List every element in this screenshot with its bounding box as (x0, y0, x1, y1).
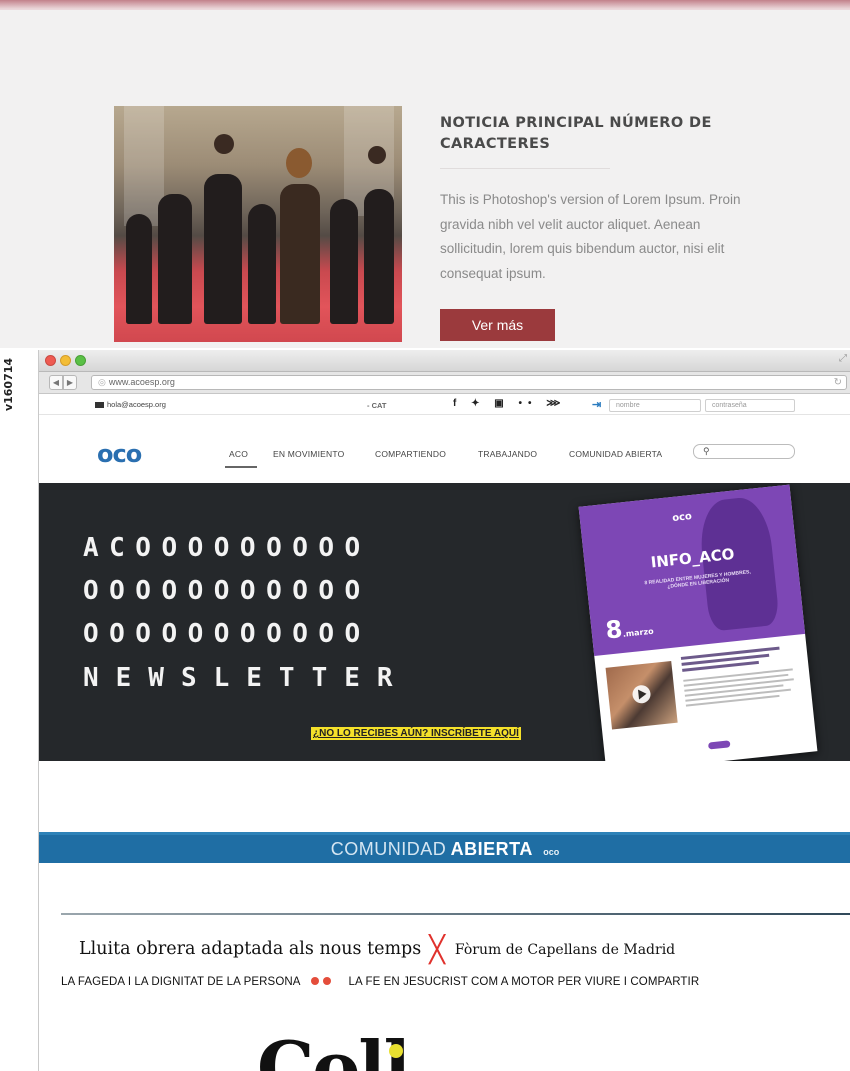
nav-en-movimiento[interactable]: EN MOVIMIENTO (273, 449, 344, 459)
version-code: v160714 (2, 357, 16, 412)
band-logo: oco (543, 847, 560, 857)
band-label-light: COMUNIDAD (330, 839, 447, 859)
globe-icon: ◎ (98, 377, 106, 387)
nav-aco[interactable]: ACO (229, 449, 248, 459)
hero-line-1: ACOOOOOOOOO (83, 533, 371, 563)
ticker-item-fageda[interactable]: LA FAGEDA I LA DIGNITAT DE LA PERSONA (61, 976, 301, 988)
nav-comunidad-abierta[interactable]: COMUNIDAD ABIERTA (569, 449, 662, 459)
envelope-icon (95, 402, 104, 409)
news-card-mock: NOTICIA PRINCIPAL NÚMERO DE CARACTERES T… (0, 10, 850, 348)
hero-line-2: OOOOOOOOOOO (83, 576, 371, 606)
url-text: www.acoesp.org (108, 377, 175, 387)
dot-separator-icon (310, 976, 335, 988)
reload-icon[interactable]: ↻ (834, 376, 842, 389)
band-label-bold: ABIERTA (450, 839, 533, 859)
contact-email[interactable]: hola@acoesp.org (95, 400, 166, 409)
newsletter-hero: ACOOOOOOOOO OOOOOOOOOOO OOOOOOOOOOO NEWS… (39, 483, 850, 761)
username-field[interactable]: nombre (609, 399, 701, 412)
back-button[interactable]: ◀ (49, 375, 63, 390)
zoom-window-button[interactable] (75, 355, 86, 366)
nav-compartiendo[interactable]: COMPARTIENDO (375, 449, 446, 459)
ticker-subheadlines: LA FAGEDA I LA DIGNITAT DE LA PERSONA LA … (61, 976, 850, 988)
close-window-button[interactable] (45, 355, 56, 366)
language-switch[interactable]: - CAT (367, 401, 386, 410)
minimize-window-button[interactable] (60, 355, 71, 366)
title-divider (440, 168, 610, 169)
ticker-divider (61, 913, 850, 915)
forward-button[interactable]: ▶ (63, 375, 77, 390)
search-input[interactable]: ⚲ (693, 444, 795, 459)
comunidad-abierta-band: COMUNIDAD ABIERTA oco (39, 832, 850, 863)
partner-logo[interactable]: Coll (257, 1038, 409, 1071)
ver-mas-button[interactable]: Ver más (440, 309, 555, 341)
browser-window: ⤢ ◀ ▶ ◎ www.acoesp.org ↻ hola@acoesp.org … (38, 350, 850, 1071)
social-icons[interactable]: f ✦ ▣ •• ⋙ (453, 398, 567, 409)
address-bar-row: ◀ ▶ ◎ www.acoesp.org ↻ (39, 372, 850, 394)
ticker-item-fe[interactable]: LA FE EN JESUCRIST COM A MOTOR PER VIURE… (349, 976, 700, 988)
news-body: This is Photoshop's version of Lorem Ips… (440, 192, 741, 281)
newsletter-magazine-cover: oco INFO_ACO 8 REALIDAD ENTRE MUJERES Y … (578, 484, 818, 761)
utility-bar: hola@acoesp.org - CAT f ✦ ▣ •• ⋙ ⇥ nombr… (39, 395, 850, 415)
ticker-item-forum[interactable]: Fòrum de Capellans de Madrid (455, 942, 675, 958)
search-icon: ⚲ (703, 446, 710, 456)
logo-dot (389, 1044, 403, 1058)
url-field[interactable]: ◎ www.acoesp.org ↻ (91, 375, 847, 390)
newsletter-signup-link[interactable]: ¿NO LO RECIBES AÚN? INSCRÍBETE AQUÍ (311, 727, 521, 740)
ticker-headlines: Lluita obrera adaptada als nous temps ╳ Fò… (79, 935, 850, 965)
fullscreen-icon[interactable]: ⤢ (839, 353, 847, 364)
magazine-button (707, 740, 731, 750)
magazine-text-lines (680, 645, 796, 709)
magazine-date: 8.marzo (604, 614, 655, 645)
hero-line-newsletter: NEWSLETTER (83, 663, 410, 693)
news-title: NOTICIA PRINCIPAL NÚMERO DE CARACTERES (440, 115, 712, 152)
cross-separator-icon: ╳ (429, 935, 445, 965)
login-icon[interactable]: ⇥ (592, 398, 601, 411)
window-titlebar: ⤢ (39, 350, 850, 372)
nav-trabajando[interactable]: TRABAJANDO (478, 449, 537, 459)
magazine-logo: oco (671, 511, 693, 525)
aco-logo[interactable]: oco (97, 440, 142, 468)
news-photo (114, 106, 402, 342)
password-field[interactable]: contraseña (705, 399, 795, 412)
site-header: oco ACO EN MOVIMIENTO COMPARTIENDO TRABA… (39, 416, 850, 482)
magazine-header: oco INFO_ACO 8 REALIDAD ENTRE MUJERES Y … (578, 484, 806, 656)
ticker-item-lluita[interactable]: Lluita obrera adaptada als nous temps (79, 939, 421, 959)
active-nav-indicator (225, 466, 257, 468)
hero-line-3: OOOOOOOOOOO (83, 619, 371, 649)
